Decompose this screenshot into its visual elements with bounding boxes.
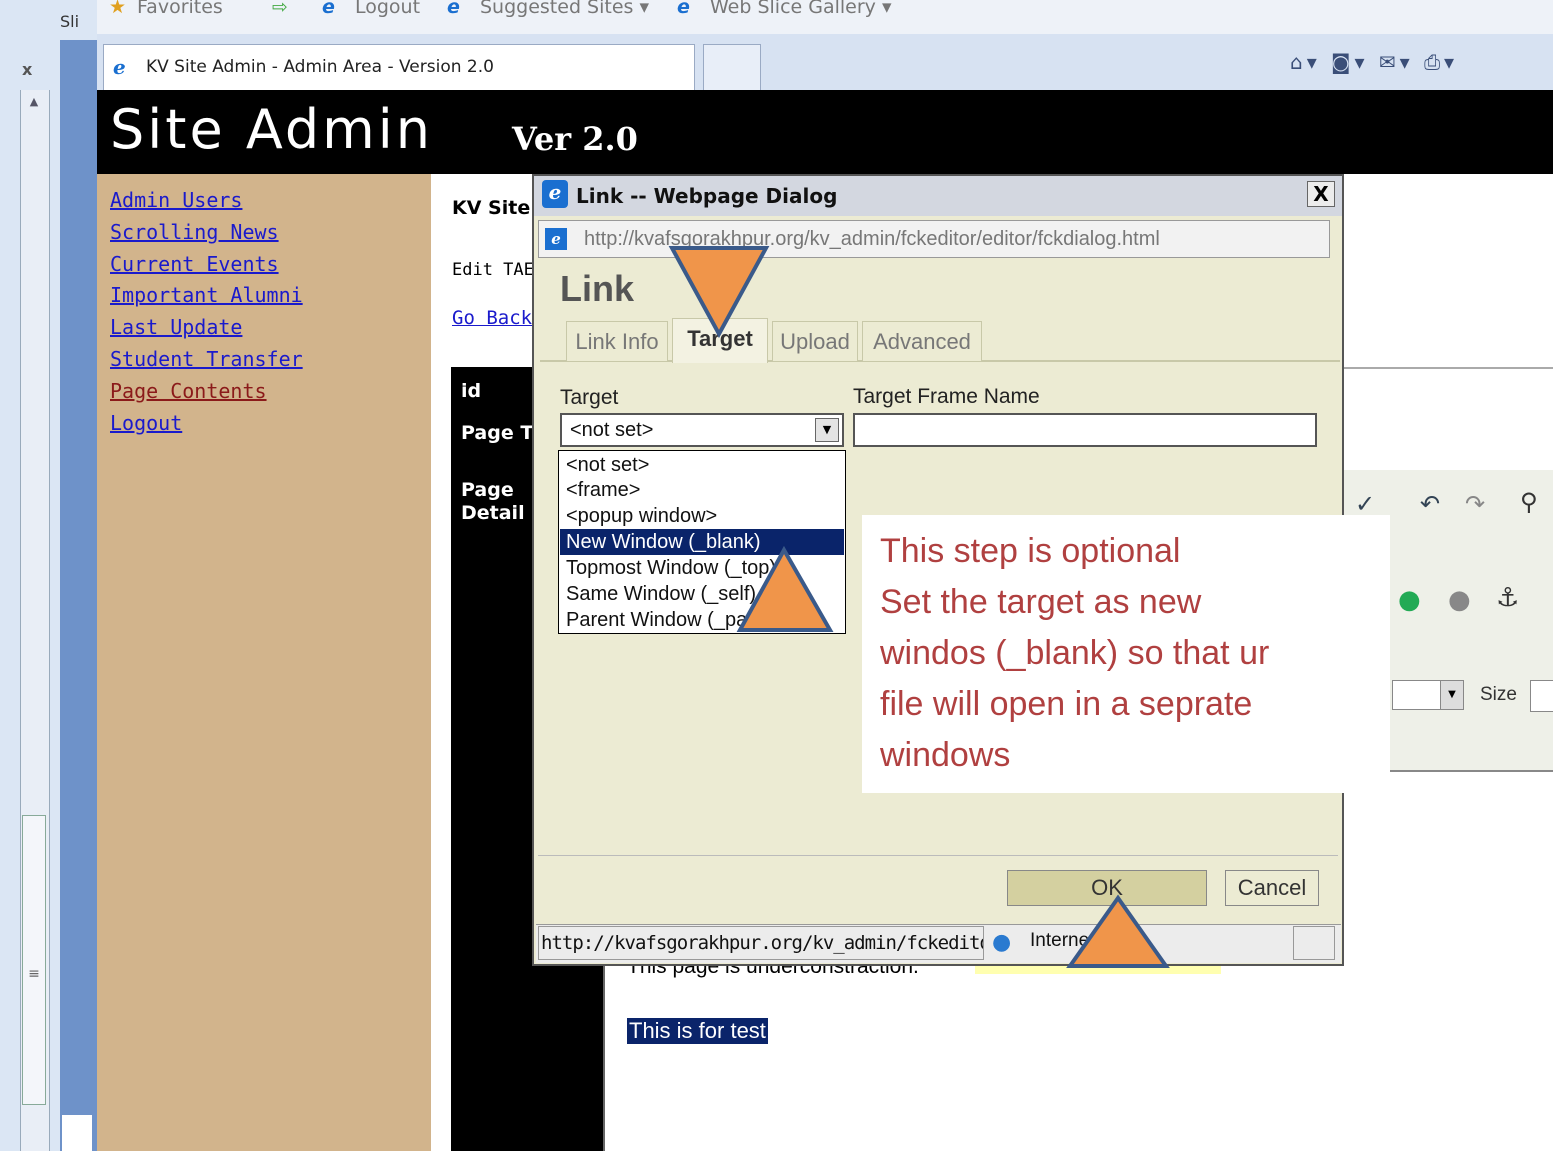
arrow-down-target-tab [668, 246, 770, 339]
arrow-up-ok [1066, 894, 1170, 968]
annotation-arrows [668, 246, 1170, 968]
arrow-up-new-window [736, 545, 834, 632]
